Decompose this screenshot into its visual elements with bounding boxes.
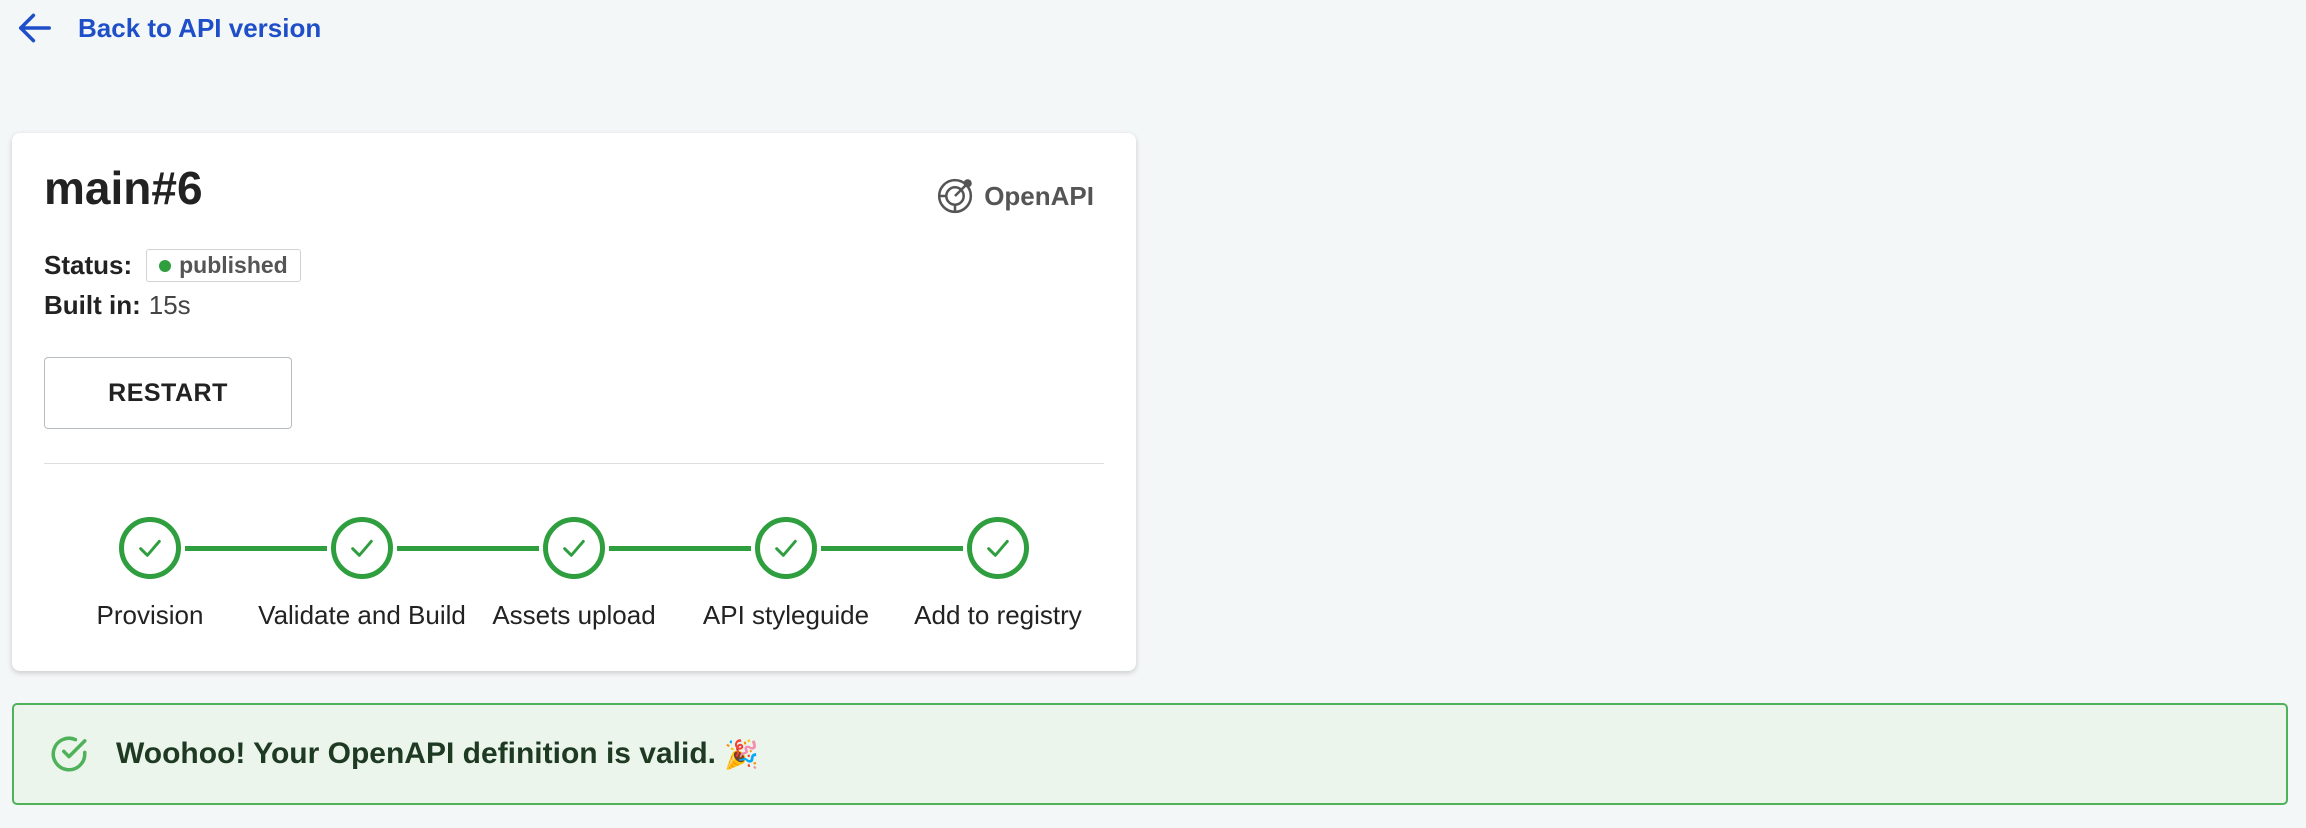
step-label: Add to registry <box>914 600 1082 630</box>
build-card: main#6 OpenAPI Status: published Built i… <box>12 133 1136 671</box>
step-assets-upload-status <box>543 517 605 579</box>
step-connector <box>609 546 751 551</box>
step-api-styleguide-status <box>755 517 817 579</box>
step-connector <box>185 546 327 551</box>
step-connector <box>397 546 539 551</box>
check-circle-icon <box>51 736 87 772</box>
step-label: API styleguide <box>702 600 870 630</box>
success-banner: Woohoo! Your OpenAPI definition is valid… <box>12 703 2288 805</box>
back-link-label: Back to API version <box>78 12 322 43</box>
pipeline-stepper: Provision Validate and Build Assets upload… <box>12 133 1136 671</box>
banner-message: Woohoo! Your OpenAPI definition is valid… <box>116 737 716 770</box>
check-icon <box>987 539 1009 557</box>
step-label: Assets upload <box>492 600 656 630</box>
arrow-left-icon <box>19 13 51 43</box>
back-to-api-version-link[interactable]: Back to API version <box>16 8 321 48</box>
step-add-to-registry-status <box>967 517 1029 579</box>
check-icon <box>351 539 373 557</box>
check-icon <box>775 539 797 557</box>
step-provision-status <box>119 517 181 579</box>
check-icon <box>563 539 585 557</box>
step-label: Provision <box>96 600 204 630</box>
step-connector <box>821 546 963 551</box>
check-icon <box>139 539 161 557</box>
step-validate-and-build-status <box>331 517 393 579</box>
step-label: Validate and Build <box>258 600 466 630</box>
party-emoji: 🎉 <box>724 738 759 770</box>
